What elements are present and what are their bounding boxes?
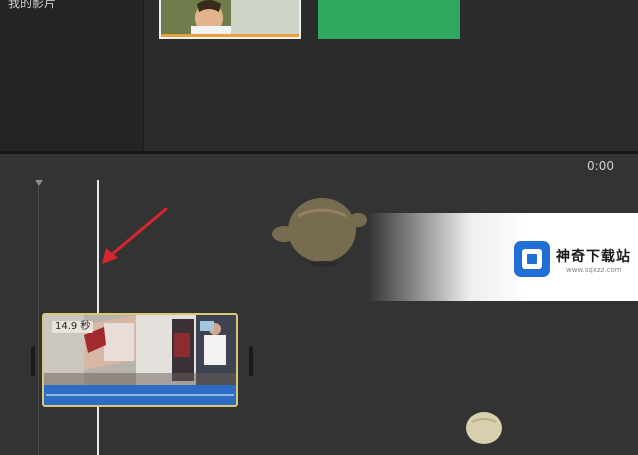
- library-sidebar: 我的影片: [0, 0, 144, 151]
- timeline-video-clip[interactable]: 14.9 秒: [42, 313, 238, 407]
- clip-trim-handle-left[interactable]: [31, 346, 35, 376]
- media-thumbnail-2[interactable]: [318, 0, 460, 39]
- timeline[interactable]: 0:00 14.9 秒: [0, 154, 638, 455]
- clip-audio-track[interactable]: [44, 385, 236, 405]
- timeline-start-guide: [38, 179, 39, 455]
- thumbnail-1-used-bar: [161, 34, 299, 37]
- clip-trim-handle-right[interactable]: [249, 346, 253, 376]
- media-thumbnail-1[interactable]: [159, 0, 301, 39]
- timeline-start-marker-icon: [35, 180, 43, 186]
- cube-inner-icon: [527, 254, 537, 264]
- red-arrow-annotation-icon: [102, 207, 168, 264]
- watermark-logo-icon: [514, 241, 550, 277]
- mascot-small-icon: [466, 412, 502, 444]
- audio-waveform: [46, 394, 234, 396]
- clip-duration-badge: 14.9 秒: [52, 321, 94, 333]
- library-item-my-movies[interactable]: 我的影片: [8, 0, 56, 10]
- watermark-site-title: 神奇下载站: [556, 249, 631, 265]
- mascot-watermark-icon: [272, 198, 367, 267]
- media-browser: 我的影片: [0, 0, 638, 151]
- timecode-display: 0:00: [587, 159, 614, 173]
- watermark-site-url: www.sqxzz.com: [566, 266, 622, 274]
